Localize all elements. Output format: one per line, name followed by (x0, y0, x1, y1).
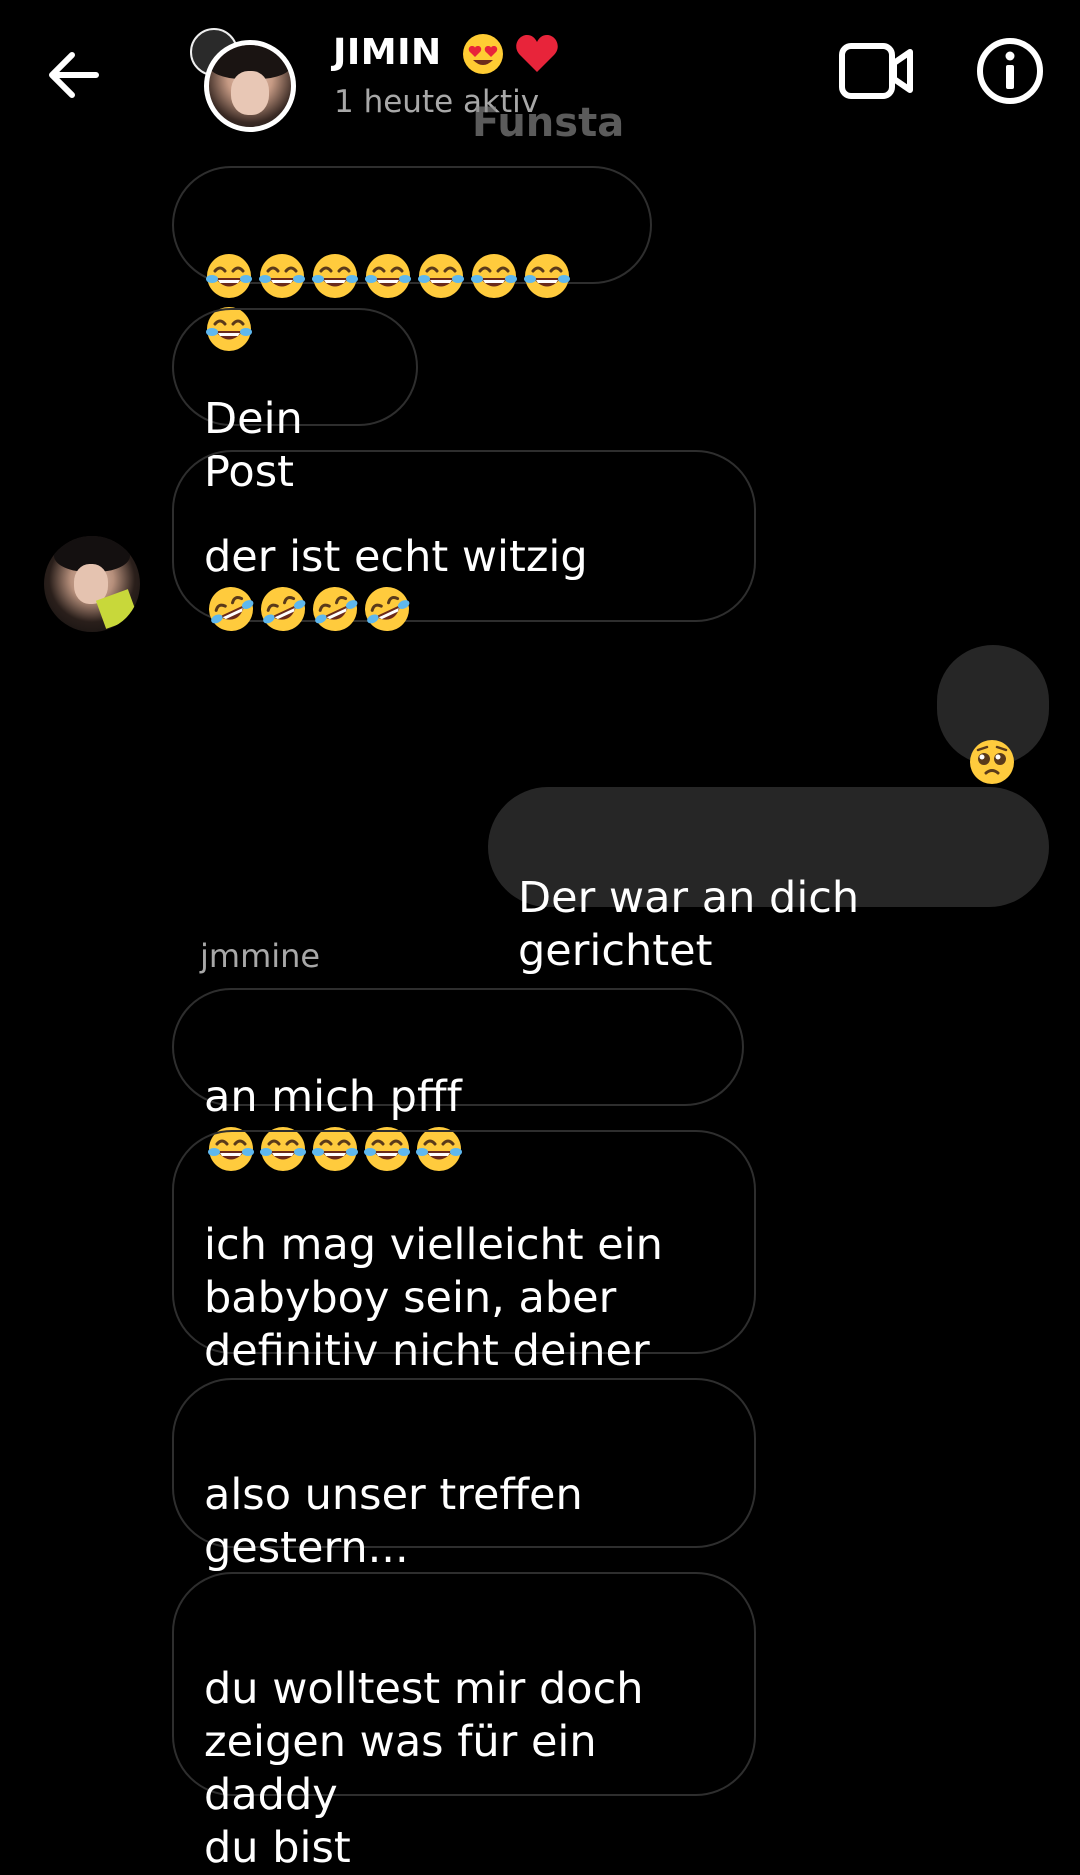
message-text: ich mag vielleicht ein babyboy sein, abe… (204, 1220, 663, 1376)
message-text: Der war an dich gerichtet (518, 873, 860, 976)
message-bubble-4[interactable] (937, 645, 1049, 784)
message-bubble-1[interactable] (172, 166, 652, 351)
rolling-on-the-floor-laughing-emoji-icon (261, 587, 306, 631)
face-with-tears-of-joy-emoji-icon (524, 253, 570, 298)
message-bubble-6[interactable]: an mich pfff (172, 988, 744, 1171)
chat-header: JIMIN 1 heute aktiv Funsta (0, 0, 1080, 160)
emoji-row (967, 734, 1020, 784)
header-avatar[interactable] (186, 22, 298, 134)
pleading-face-emoji-icon (970, 739, 1014, 784)
face-with-tears-of-joy-emoji-icon (418, 253, 464, 298)
message-bubble-9[interactable]: du wolltest mir doch zeigen was für ein … (172, 1572, 756, 1873)
rolling-on-the-floor-laughing-emoji-icon (209, 587, 254, 631)
message-text: du wolltest mir doch zeigen was für ein … (204, 1664, 644, 1873)
video-call-icon[interactable] (838, 38, 914, 104)
contact-name[interactable]: JIMIN (333, 32, 560, 76)
contact-name-text: JIMIN (333, 32, 442, 73)
message-bubble-8[interactable]: also unser treffen gestern... (172, 1378, 756, 1573)
message-text: an mich pfff (204, 1072, 462, 1122)
heart-eyes-emoji-icon (462, 34, 503, 74)
watermark: Funsta (472, 100, 625, 146)
face-with-tears-of-joy-emoji-icon (259, 253, 305, 298)
message-text: also unser treffen gestern... (204, 1470, 583, 1573)
face-with-tears-of-joy-emoji-icon (365, 253, 411, 298)
contact-avatar[interactable] (44, 536, 140, 632)
message-bubble-2[interactable]: Dein Post (172, 308, 418, 497)
profile-avatar (204, 40, 296, 132)
message-bubble-5[interactable]: Der war an dich gerichtet (488, 787, 1049, 976)
info-icon[interactable] (975, 36, 1045, 106)
rolling-on-the-floor-laughing-emoji-icon (313, 587, 358, 631)
red-heart-icon (515, 35, 558, 72)
face-with-tears-of-joy-emoji-icon (312, 253, 358, 298)
sender-label: jmmine (200, 937, 321, 975)
face-with-tears-of-joy-emoji-icon (471, 253, 517, 298)
message-bubble-3[interactable]: der ist echt witzig (172, 450, 756, 631)
back-arrow-icon[interactable] (40, 40, 110, 110)
face-with-tears-of-joy-emoji-icon (206, 253, 252, 298)
emoji-row (204, 587, 412, 637)
message-text: der ist echt witzig (204, 532, 588, 582)
message-bubble-7[interactable]: ich mag vielleicht ein babyboy sein, abe… (172, 1130, 756, 1376)
rolling-on-the-floor-laughing-emoji-icon (365, 587, 410, 631)
